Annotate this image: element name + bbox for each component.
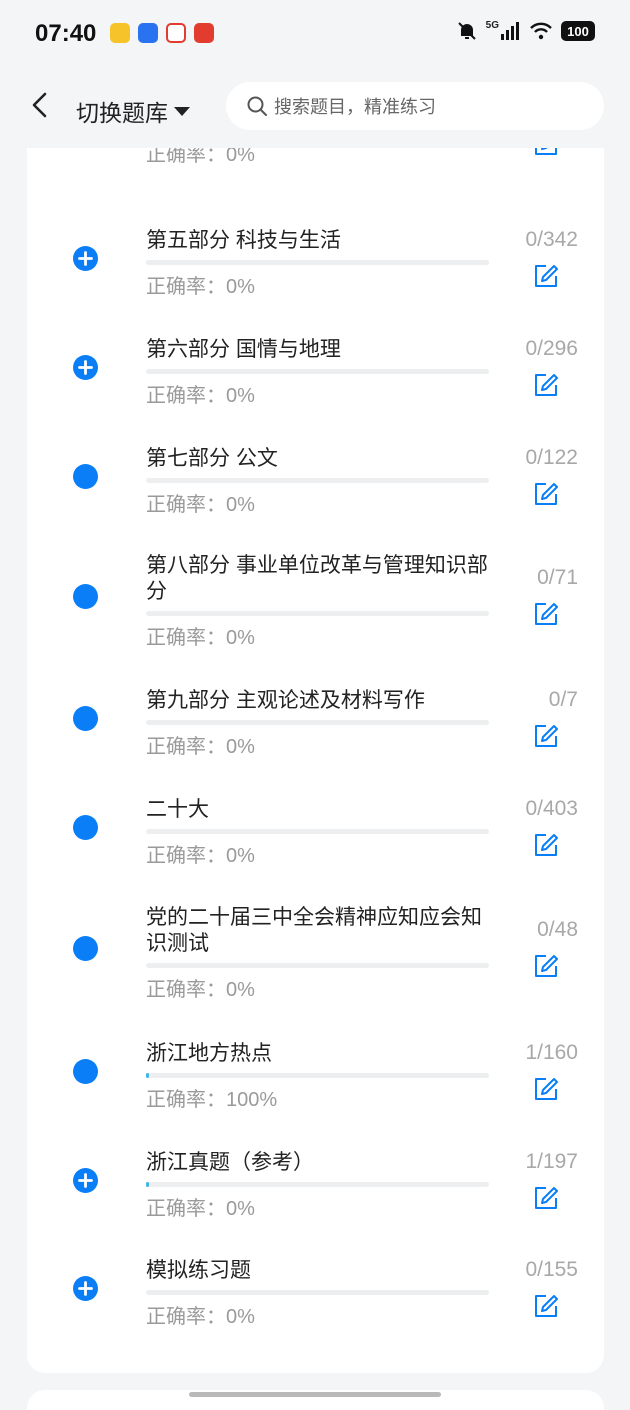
add-circle-icon[interactable] [73,355,98,380]
progress-bar [146,1182,489,1187]
accuracy-text: 正确率：0% [146,276,255,298]
edit-icon[interactable] [533,1076,559,1102]
progress-fill [146,1073,149,1078]
back-arrow-icon[interactable] [26,90,56,120]
item-title: 第六部分 国情与地理 [146,338,341,361]
switch-bank-dropdown[interactable]: 切换题库 [76,94,190,128]
progress-bar [146,369,489,374]
progress-fill [146,1182,149,1187]
edit-icon[interactable] [533,1293,559,1319]
accuracy-text: 正确率：0% [146,736,255,758]
circle-icon[interactable] [73,815,98,840]
item-title: 二十大 [146,798,209,821]
progress-count: 0/342 [525,228,578,251]
progress-bar [146,1073,489,1078]
edit-icon[interactable] [533,832,559,858]
progress-bar [146,478,489,483]
accuracy-text: 正确率：0% [146,627,255,649]
item-title: 第七部分 公文 [146,447,278,470]
accuracy-text: 正确率：0% [146,979,255,1001]
progress-count: 0/155 [525,1258,578,1281]
accuracy-text: 正确率：100% [146,1089,278,1111]
progress-count: 1/197 [525,1150,578,1173]
shield-app-icon [138,23,158,43]
item-title: 党的二十届三中全会精神应知应会知识测试 [146,906,482,955]
home-indicator[interactable] [189,1392,441,1397]
red-triangle-app-icon [166,23,186,43]
accuracy-text: 正确率：0% [146,1198,255,1220]
progress-count: 0/296 [525,337,578,360]
progress-bar [146,963,489,968]
circle-icon[interactable] [73,936,98,961]
add-circle-icon[interactable] [73,1168,98,1193]
search-input[interactable]: 搜索题目，精准练习 [226,82,604,130]
circle-icon[interactable] [73,464,98,489]
question-bank-list: 正确率：0% 第五部分 科技与生活 正确率：0% 0/342 第六部分 国情与地理 正确率… [27,148,604,1373]
accuracy-text: 正确率：0% [146,494,255,516]
circle-icon[interactable] [73,706,98,731]
progress-count: 1/160 [525,1041,578,1064]
progress-bar [146,720,489,725]
accuracy-text: 正确率：0% [146,845,255,867]
edit-icon[interactable] [533,1185,559,1211]
caret-down-icon [174,106,190,116]
top-navigation: 切换题库 搜索题目，精准练习 [0,70,630,148]
edit-icon[interactable] [533,372,559,398]
item-title: 浙江真题（参考） [146,1151,314,1174]
item-title: 浙江地方热点 [146,1042,272,1065]
progress-bar [146,1290,489,1295]
edit-icon[interactable] [533,953,559,979]
progress-count: 0/122 [525,446,578,469]
meituan-icon [110,23,130,43]
accuracy-text: 正确率：0% [146,1306,255,1328]
circle-icon[interactable] [73,1059,98,1084]
add-circle-icon[interactable] [73,246,98,271]
wifi-icon [530,22,552,40]
progress-count: 0/7 [548,688,578,711]
item-title: 第九部分 主观论述及材料写作 [146,689,425,712]
progress-bar [146,611,489,616]
item-title: 模拟练习题 [146,1259,251,1282]
add-circle-icon[interactable] [73,1276,98,1301]
network-label: 5G [485,20,499,31]
edit-icon[interactable] [533,148,559,157]
status-bar: 07:40 5G 100 [0,0,630,70]
item-title: 第八部分 事业单位改革与管理知识部分 [146,554,488,603]
battery-icon: 100 [561,21,595,41]
progress-bar [146,829,489,834]
notification-icons [110,23,214,43]
search-placeholder: 搜索题目，精准练习 [274,97,436,117]
progress-count: 0/71 [537,566,578,589]
item-title: 第五部分 科技与生活 [146,229,341,252]
red-seal-app-icon [194,23,214,43]
progress-count: 0/403 [525,797,578,820]
edit-icon[interactable] [533,481,559,507]
progress-bar [146,260,489,265]
signal-icon [501,22,519,40]
circle-icon[interactable] [73,584,98,609]
edit-icon[interactable] [533,723,559,749]
accuracy-text: 正确率：0% [146,148,255,166]
edit-icon[interactable] [533,263,559,289]
edit-icon[interactable] [533,601,559,627]
switch-bank-label: 切换题库 [76,100,168,126]
mute-bell-icon [457,22,476,40]
status-time: 07:40 [35,20,97,47]
system-icons: 5G 100 [456,20,595,42]
search-icon [247,96,267,116]
progress-count: 0/48 [537,918,578,941]
accuracy-text: 正确率：0% [146,385,255,407]
